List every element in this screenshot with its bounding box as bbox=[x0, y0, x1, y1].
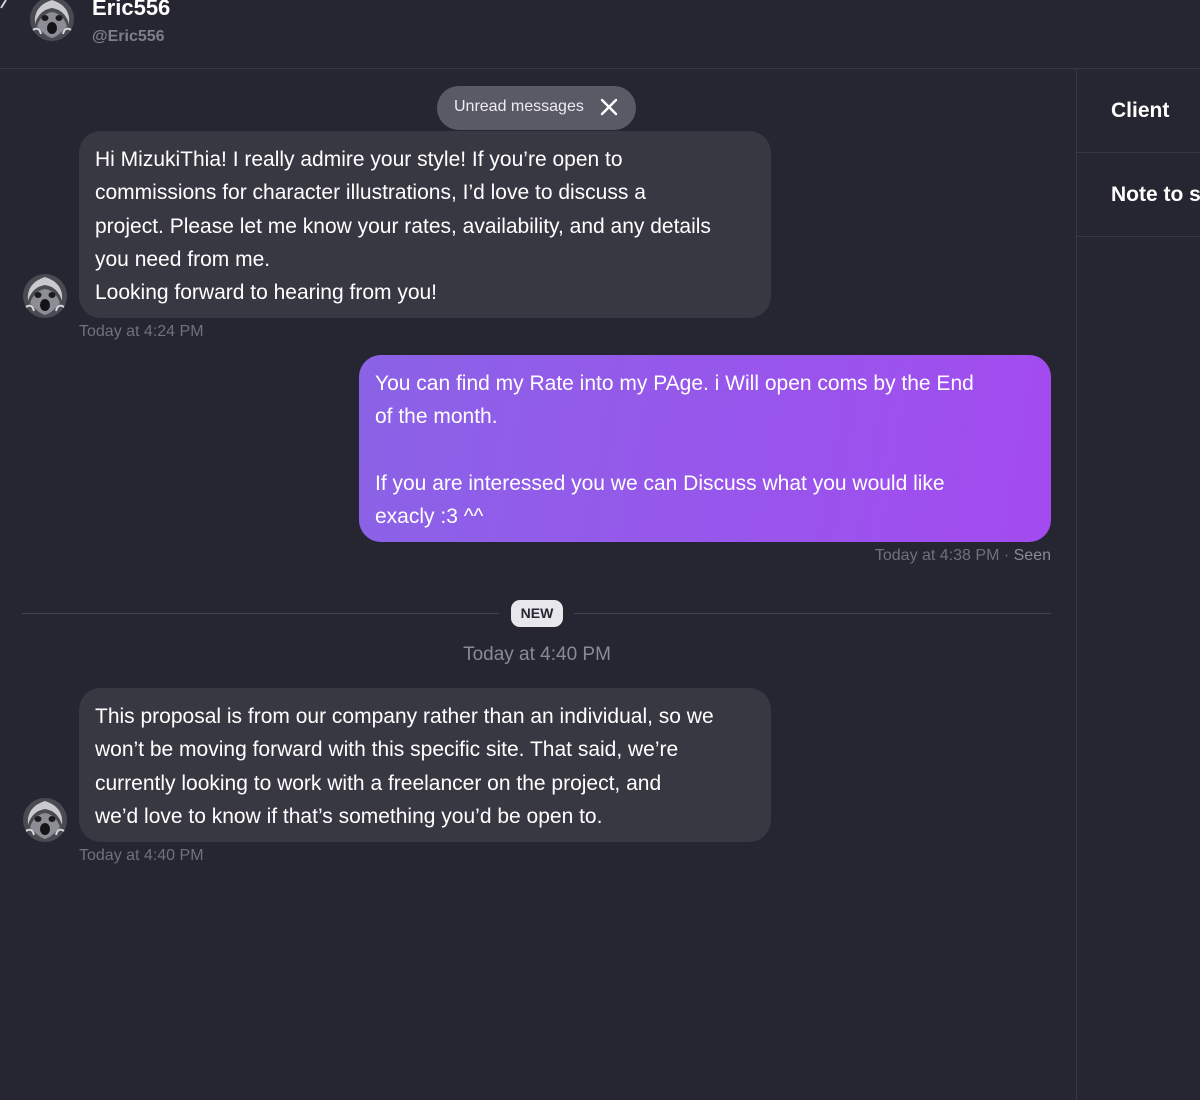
message-line: commissions for character illustrations,… bbox=[95, 181, 646, 205]
message-time: Today at 4:38 PM bbox=[874, 547, 1000, 564]
message-line: won’t be moving forward with this specif… bbox=[95, 738, 679, 762]
panel-item-label: Note to s bbox=[1111, 183, 1200, 206]
avatar[interactable] bbox=[29, 0, 75, 42]
panel-item-label: Client bbox=[1111, 99, 1170, 122]
new-divider-line-right bbox=[574, 613, 1051, 614]
details-panel: Client Note to s bbox=[1076, 69, 1200, 1100]
message-line: Hi MizukiThia! I really admire your styl… bbox=[95, 148, 623, 171]
incoming-message-bubble[interactable]: Hi MizukiThia! I really admire your styl… bbox=[79, 131, 771, 318]
message-timestamp: Today at 4:40 PM bbox=[79, 847, 204, 864]
message-line: currently looking to work with a freelan… bbox=[95, 771, 662, 795]
message-line: This proposal is from our company rather… bbox=[95, 705, 714, 728]
back-arrow-icon[interactable] bbox=[0, 0, 8, 10]
separator-dot: · bbox=[1003, 547, 1014, 564]
unread-messages-label: Unread messages bbox=[454, 98, 584, 115]
message-list[interactable]: Unread messages Hi MizukiThia! I really … bbox=[0, 70, 1076, 1100]
date-separator: Today at 4:40 PM bbox=[463, 644, 611, 665]
message-timestamp: Today at 4:38 PM · Seen bbox=[700, 547, 1051, 565]
new-divider-line-left bbox=[22, 613, 499, 614]
message-line: you need from me. bbox=[95, 247, 271, 271]
new-messages-badge: NEW bbox=[511, 600, 563, 627]
avatar[interactable] bbox=[22, 797, 68, 843]
contact-name: Eric556 bbox=[92, 0, 171, 20]
message-line: we’d love to know if that’s something yo… bbox=[95, 804, 603, 828]
message-line: You can find my Rate into my PAge. i Wil… bbox=[375, 372, 974, 395]
message-line: project. Please let me know your rates, … bbox=[95, 214, 711, 238]
contact-handle: @Eric556 bbox=[92, 28, 165, 45]
outgoing-message-bubble[interactable]: You can find my Rate into my PAge. i Wil… bbox=[359, 355, 1051, 542]
conversation-header: Eric556 @Eric556 bbox=[0, 0, 1200, 69]
message-timestamp: Today at 4:24 PM bbox=[79, 323, 204, 340]
message-line: exacly :3 ^^ bbox=[375, 504, 484, 528]
seen-status: Seen bbox=[1013, 547, 1051, 564]
message-line: If you are interessed you we can Discuss… bbox=[375, 471, 945, 495]
message-line: Looking forward to hearing from you! bbox=[95, 281, 438, 305]
incoming-message-bubble[interactable]: This proposal is from our company rather… bbox=[79, 688, 771, 842]
avatar[interactable] bbox=[22, 273, 68, 319]
panel-item-client[interactable]: Client bbox=[1077, 69, 1200, 153]
unread-messages-pill[interactable]: Unread messages bbox=[437, 86, 636, 130]
close-icon[interactable] bbox=[599, 97, 619, 117]
messaging-app: Eric556 @Eric556 Unread messages Hi Mizu… bbox=[0, 0, 1200, 1100]
panel-item-note[interactable]: Note to s bbox=[1077, 153, 1200, 237]
message-line: of the month. bbox=[375, 405, 498, 429]
